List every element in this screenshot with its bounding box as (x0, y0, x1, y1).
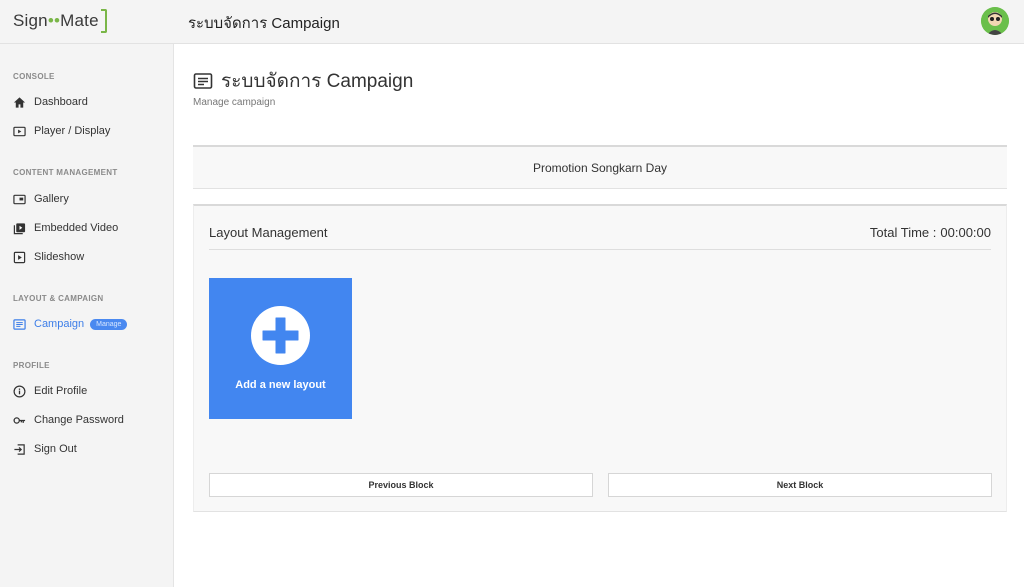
sidebar-item-label: Player / Display (34, 125, 111, 137)
layout-management-panel: Layout Management Total Time : 00:00:00 … (193, 204, 1007, 512)
previous-block-button[interactable]: Previous Block (209, 473, 593, 497)
layout-management-title: Layout Management (209, 225, 328, 240)
main-content: ระบบจัดการ Campaign Manage campaign Prom… (175, 44, 1024, 587)
sidebar-item-label: Gallery (34, 193, 69, 205)
sidebar: CONSOLE Dashboard Player / Display CONTE… (0, 44, 174, 587)
signmate-logo[interactable]: Sign••Mate (13, 7, 107, 35)
total-time-value: 00:00:00 (940, 225, 991, 240)
sidebar-item-label: Edit Profile (34, 385, 88, 397)
page-subtitle: Manage campaign (193, 97, 276, 108)
sidebar-item-label: Campaign (34, 318, 85, 330)
top-bar: Sign••Mate ระบบจัดการ Campaign (0, 0, 1024, 44)
app-title: ระบบจัดการ Campaign (188, 15, 340, 32)
add-new-layout-tile[interactable]: Add a new layout (209, 278, 352, 419)
divider (209, 249, 991, 250)
add-circle (251, 306, 310, 365)
section-title-console: CONSOLE (13, 72, 55, 81)
plus-icon (262, 317, 299, 354)
gallery-icon (13, 194, 26, 204)
sign-out-icon (14, 443, 25, 455)
logo-sign-text: Sign (13, 11, 48, 30)
section-title-content-management: CONTENT MANAGEMENT (13, 168, 118, 177)
player-icon (13, 126, 26, 136)
campaign-name: Promotion Songkarn Day (532, 160, 668, 175)
sidebar-item-slideshow[interactable]: Slideshow (13, 248, 84, 266)
add-new-layout-label: Add a new layout (235, 379, 326, 391)
slideshow-icon (13, 251, 26, 263)
section-title-profile: PROFILE (13, 361, 50, 370)
sidebar-item-label: Sign Out (34, 443, 77, 455)
section-title-layout-campaign: LAYOUT & CAMPAIGN (13, 294, 104, 303)
home-icon (13, 96, 26, 108)
campaign-icon (13, 318, 26, 330)
user-avatar[interactable] (981, 7, 1009, 35)
video-library-icon (13, 222, 26, 234)
campaign-list-icon (193, 73, 213, 89)
sidebar-item-label: Slideshow (34, 251, 85, 263)
total-time: Total Time : 00:00:00 (870, 225, 991, 240)
info-icon (13, 385, 26, 397)
logo-bracket-icon (100, 9, 107, 33)
sidebar-item-edit-profile[interactable]: Edit Profile (13, 382, 87, 400)
next-block-button[interactable]: Next Block (608, 473, 992, 497)
page-title: ระบบจัดการ Campaign (221, 71, 414, 92)
sidebar-item-change-password[interactable]: Change Password (13, 411, 124, 429)
sidebar-item-dashboard[interactable]: Dashboard (13, 93, 88, 111)
sidebar-item-embedded-video[interactable]: Embedded Video (13, 219, 118, 237)
sidebar-item-gallery[interactable]: Gallery (13, 190, 69, 208)
sidebar-item-label: Embedded Video (34, 222, 119, 234)
key-icon (13, 416, 26, 424)
sidebar-item-sign-out[interactable]: Sign Out (13, 440, 77, 458)
campaign-name-bar: Promotion Songkarn Day (193, 145, 1007, 189)
manage-badge: Manage (90, 318, 128, 330)
sidebar-item-label: Dashboard (34, 96, 88, 108)
sidebar-item-player-display[interactable]: Player / Display (13, 122, 110, 140)
total-time-label: Total Time : (869, 225, 937, 240)
logo-mate-text: Mate (60, 11, 99, 30)
sidebar-item-campaign[interactable]: Campaign Manage (13, 315, 128, 333)
page-header: ระบบจัดการ Campaign (193, 66, 413, 96)
sidebar-item-label: Change Password (34, 414, 124, 426)
avatar-icon (981, 7, 1009, 35)
